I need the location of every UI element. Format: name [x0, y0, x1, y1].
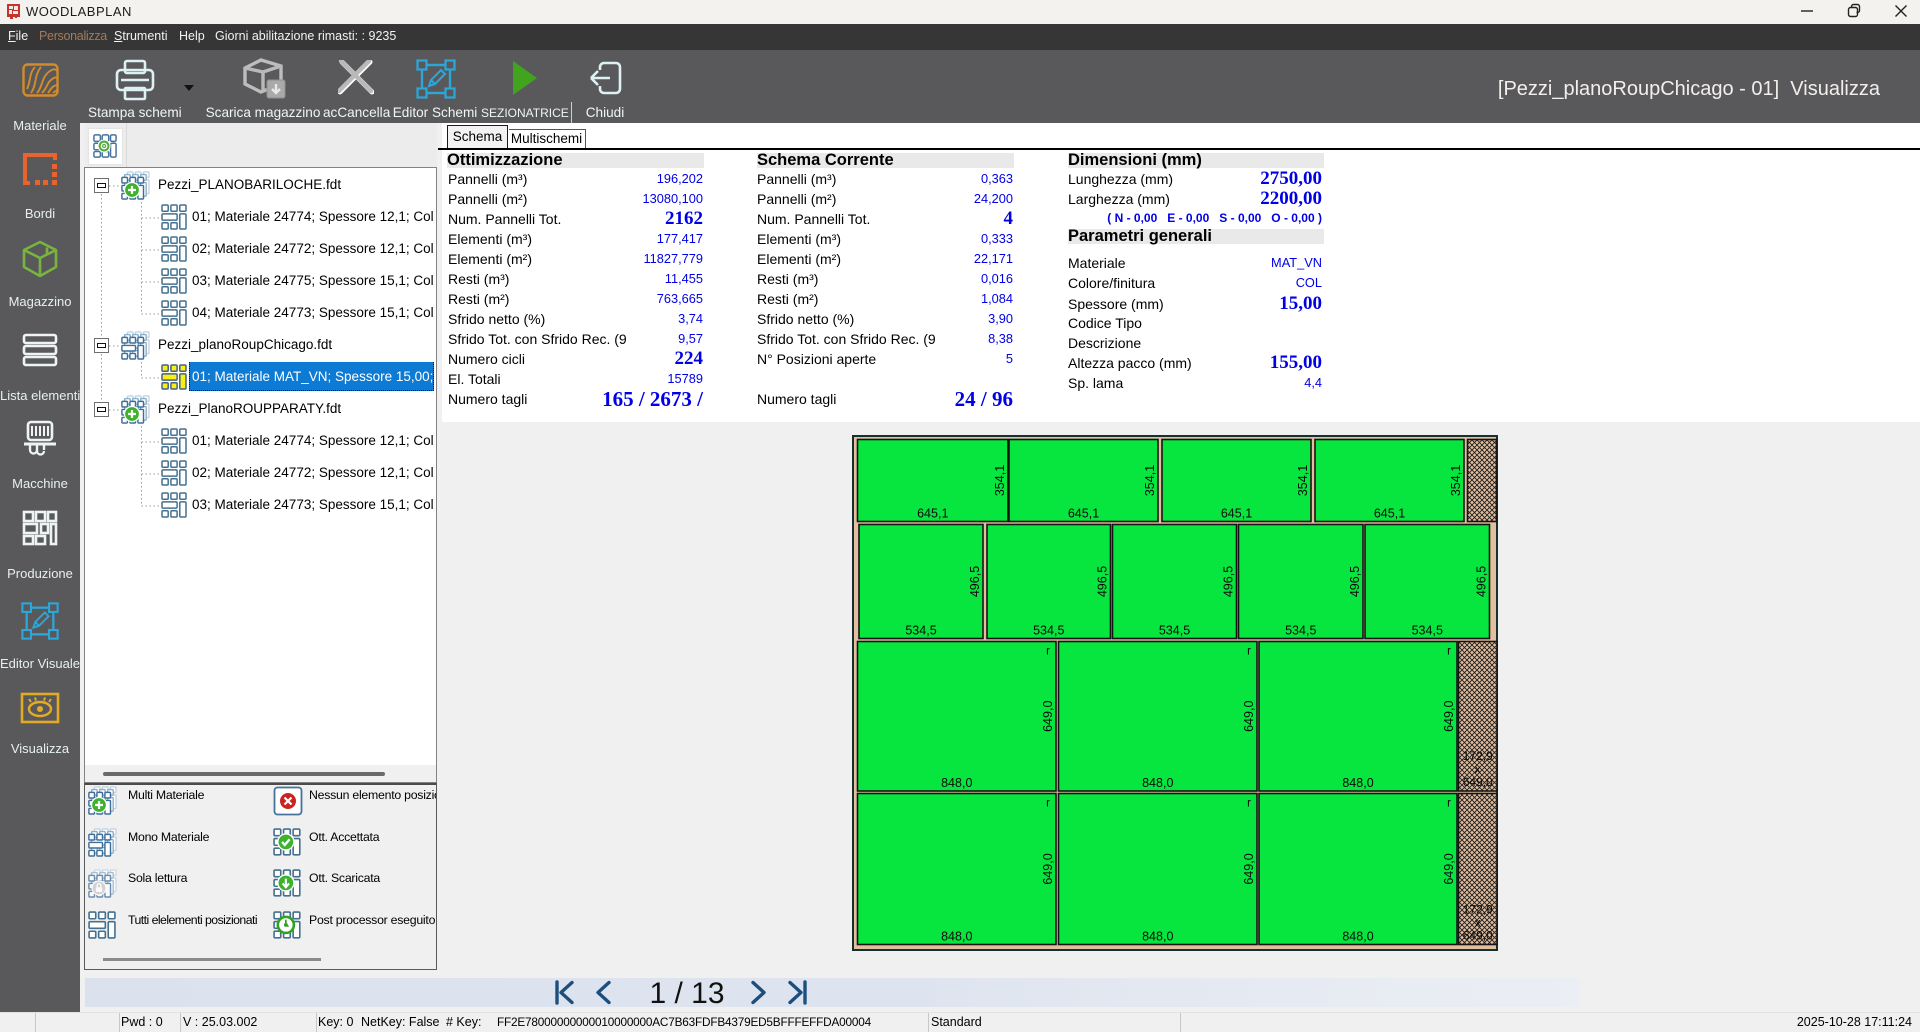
svg-text:848,0: 848,0 [941, 776, 972, 790]
svg-text:645,1: 645,1 [1374, 507, 1405, 521]
svg-text:534,5: 534,5 [1412, 624, 1443, 638]
svg-text:534,5: 534,5 [905, 624, 936, 638]
svg-text:r: r [1046, 798, 1050, 810]
svg-text:496,5: 496,5 [968, 566, 982, 597]
svg-text:848,0: 848,0 [1342, 930, 1373, 944]
svg-text:172,9: 172,9 [1463, 903, 1493, 917]
svg-text:r: r [1447, 646, 1451, 658]
svg-text:645,1: 645,1 [917, 507, 948, 521]
svg-text:848,0: 848,0 [1142, 776, 1173, 790]
svg-text:649,0: 649,0 [1242, 853, 1256, 884]
svg-text:649,0: 649,0 [1041, 701, 1055, 732]
svg-text:649,0: 649,0 [1442, 853, 1456, 884]
svg-text:649,0: 649,0 [1242, 701, 1256, 732]
svg-text:534,5: 534,5 [1159, 624, 1190, 638]
svg-text:172,9: 172,9 [1463, 749, 1493, 763]
svg-text:496,5: 496,5 [1096, 566, 1110, 597]
svg-text:649,0: 649,0 [1041, 853, 1055, 884]
svg-text:496,5: 496,5 [1475, 566, 1489, 597]
svg-text:r: r [1046, 646, 1050, 658]
svg-text:1 / 13: 1 / 13 [649, 978, 724, 1007]
svg-text:848,0: 848,0 [941, 930, 972, 944]
svg-text:r: r [1447, 798, 1451, 810]
svg-text:354,1: 354,1 [1143, 465, 1157, 496]
svg-text:354,1: 354,1 [1449, 465, 1463, 496]
svg-text:645,1: 645,1 [1221, 507, 1252, 521]
svg-text:x: x [1475, 916, 1481, 930]
svg-text:649,0: 649,0 [1463, 929, 1493, 943]
svg-text:645,1: 645,1 [1068, 507, 1099, 521]
svg-text:649,0: 649,0 [1463, 775, 1493, 789]
svg-text:r: r [1247, 798, 1251, 810]
svg-text:848,0: 848,0 [1342, 776, 1373, 790]
svg-text:496,5: 496,5 [1348, 566, 1362, 597]
svg-text:r: r [1247, 646, 1251, 658]
svg-text:649,0: 649,0 [1442, 701, 1456, 732]
svg-text:534,5: 534,5 [1033, 624, 1064, 638]
svg-text:848,0: 848,0 [1142, 930, 1173, 944]
svg-text:x: x [1475, 762, 1481, 776]
svg-text:354,1: 354,1 [993, 465, 1007, 496]
svg-text:354,1: 354,1 [1296, 465, 1310, 496]
svg-text:534,5: 534,5 [1285, 624, 1316, 638]
svg-text:496,5: 496,5 [1222, 566, 1236, 597]
